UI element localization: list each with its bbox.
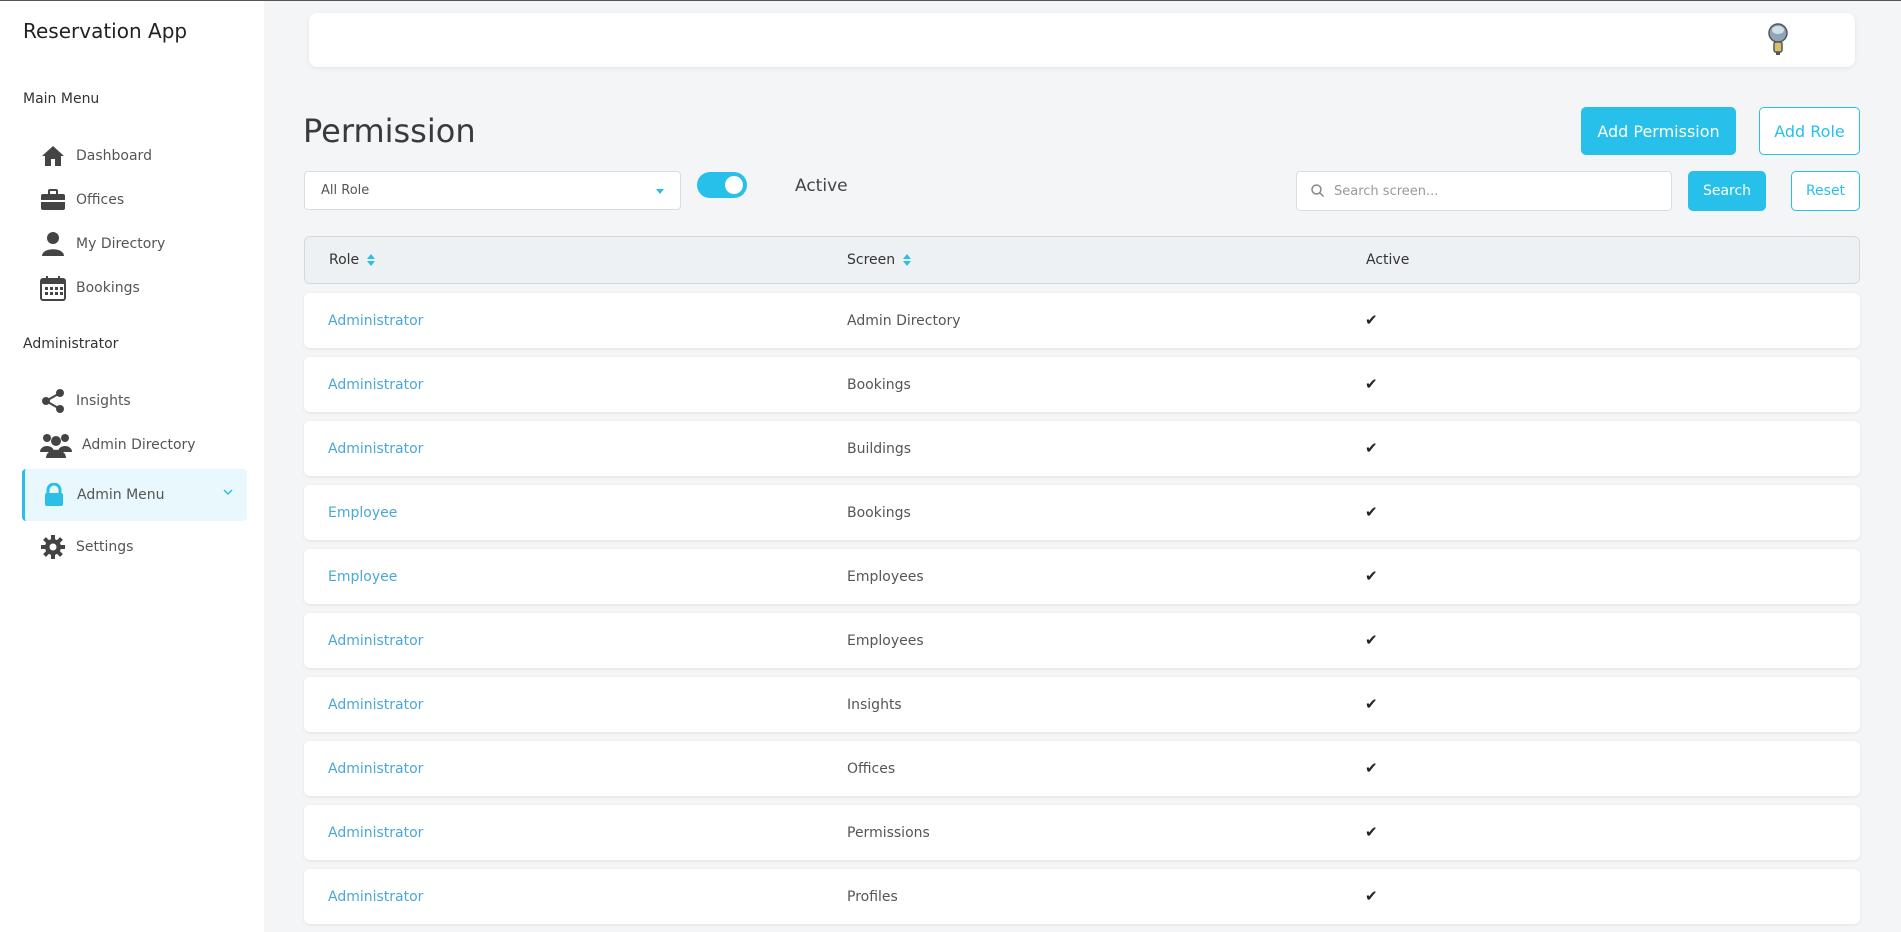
screen-cell: Insights — [847, 697, 902, 713]
screen-cell: Employees — [847, 633, 924, 649]
table-row: Administrator Admin Directory ✔ — [304, 293, 1860, 348]
table-row: Administrator Bookings ✔ — [304, 357, 1860, 412]
search-button[interactable]: Search — [1688, 171, 1766, 211]
top-header-bar — [309, 13, 1855, 67]
screen-cell: Bookings — [847, 377, 911, 393]
administrator-label: Administrator — [23, 336, 119, 352]
sidebar-item-label: Admin Directory — [82, 437, 196, 453]
briefcase-icon — [40, 187, 66, 213]
sidebar-item-admin-directory[interactable]: Admin Directory — [40, 427, 196, 463]
lock-icon — [41, 482, 67, 508]
screen-cell: Permissions — [847, 825, 930, 841]
calendar-icon — [40, 275, 66, 301]
screen-cell: Offices — [847, 761, 896, 777]
main-menu-label: Main Menu — [23, 91, 100, 107]
role-link[interactable]: Employee — [328, 569, 397, 585]
sidebar-item-admin-menu[interactable]: Admin Menu — [22, 469, 247, 521]
check-icon: ✔ — [1365, 311, 1378, 329]
check-icon: ✔ — [1365, 695, 1378, 713]
column-header-active: Active — [1366, 252, 1410, 268]
table-row: Administrator Offices ✔ — [304, 741, 1860, 796]
table-row: Employee Employees ✔ — [304, 549, 1860, 604]
sidebar-item-label: Bookings — [76, 280, 140, 296]
search-icon — [1311, 182, 1325, 201]
check-icon: ✔ — [1365, 823, 1378, 841]
sidebar-item-bookings[interactable]: Bookings — [40, 270, 140, 306]
role-link[interactable]: Administrator — [328, 441, 423, 457]
sidebar-item-offices[interactable]: Offices — [40, 182, 124, 218]
home-icon — [40, 143, 66, 169]
screen-cell: Admin Directory — [847, 313, 961, 329]
caret-down-icon — [656, 189, 664, 194]
role-select-value: All Role — [321, 183, 370, 198]
user-icon — [40, 231, 66, 257]
table-row: Employee Bookings ✔ — [304, 485, 1860, 540]
sidebar-item-label: Dashboard — [76, 148, 152, 164]
screen-cell: Profiles — [847, 889, 898, 905]
role-link[interactable]: Administrator — [328, 633, 423, 649]
check-icon: ✔ — [1365, 631, 1378, 649]
check-icon: ✔ — [1365, 759, 1378, 777]
role-link[interactable]: Administrator — [328, 825, 423, 841]
gear-icon — [40, 534, 66, 560]
screen-cell: Employees — [847, 569, 924, 585]
sort-icon — [367, 254, 376, 266]
add-permission-button[interactable]: Add Permission — [1581, 107, 1736, 155]
table-row: Administrator Employees ✔ — [304, 613, 1860, 668]
table-row: Administrator Insights ✔ — [304, 677, 1860, 732]
table-row: Administrator Buildings ✔ — [304, 421, 1860, 476]
table-row: Administrator Profiles ✔ — [304, 869, 1860, 924]
search-box — [1296, 171, 1672, 211]
sidebar-item-label: Admin Menu — [77, 487, 165, 503]
sidebar: Reservation App Main Menu Dashboard Offi… — [0, 1, 264, 932]
column-header-role[interactable]: Role — [329, 252, 376, 268]
role-link[interactable]: Administrator — [328, 761, 423, 777]
screen-cell: Bookings — [847, 505, 911, 521]
column-header-screen[interactable]: Screen — [847, 252, 912, 268]
chevron-down-icon — [223, 485, 233, 499]
share-icon — [40, 388, 66, 414]
add-role-button[interactable]: Add Role — [1759, 107, 1860, 155]
sidebar-item-label: My Directory — [76, 236, 166, 252]
table-header: Role Screen Active — [304, 236, 1860, 284]
role-link[interactable]: Administrator — [328, 313, 423, 329]
check-icon: ✔ — [1365, 567, 1378, 585]
avatar[interactable] — [1765, 22, 1791, 56]
active-toggle-label: Active — [795, 176, 848, 196]
role-link[interactable]: Administrator — [328, 377, 423, 393]
check-icon: ✔ — [1365, 887, 1378, 905]
screen-cell: Buildings — [847, 441, 912, 457]
sidebar-item-dashboard[interactable]: Dashboard — [40, 138, 152, 174]
sidebar-item-label: Offices — [76, 192, 125, 208]
page-title: Permission — [303, 112, 476, 150]
sidebar-item-my-directory[interactable]: My Directory — [40, 226, 165, 262]
role-link[interactable]: Employee — [328, 505, 397, 521]
search-input[interactable] — [1334, 183, 1634, 199]
check-icon: ✔ — [1365, 439, 1378, 457]
role-select[interactable]: All Role — [304, 171, 681, 210]
active-toggle[interactable] — [697, 172, 747, 198]
sidebar-item-insights[interactable]: Insights — [40, 383, 131, 419]
sidebar-item-label: Insights — [76, 393, 131, 409]
role-link[interactable]: Administrator — [328, 889, 423, 905]
users-icon — [40, 432, 72, 458]
window-top-border — [0, 0, 1901, 1]
table-row: Administrator Permissions ✔ — [304, 805, 1860, 860]
sidebar-item-settings[interactable]: Settings — [40, 529, 133, 565]
toggle-knob — [725, 176, 743, 194]
sidebar-item-label: Settings — [76, 539, 134, 555]
check-icon: ✔ — [1365, 375, 1378, 393]
app-title: Reservation App — [23, 19, 188, 43]
check-icon: ✔ — [1365, 503, 1378, 521]
sort-icon — [903, 254, 912, 266]
reset-button[interactable]: Reset — [1791, 171, 1860, 211]
role-link[interactable]: Administrator — [328, 697, 423, 713]
